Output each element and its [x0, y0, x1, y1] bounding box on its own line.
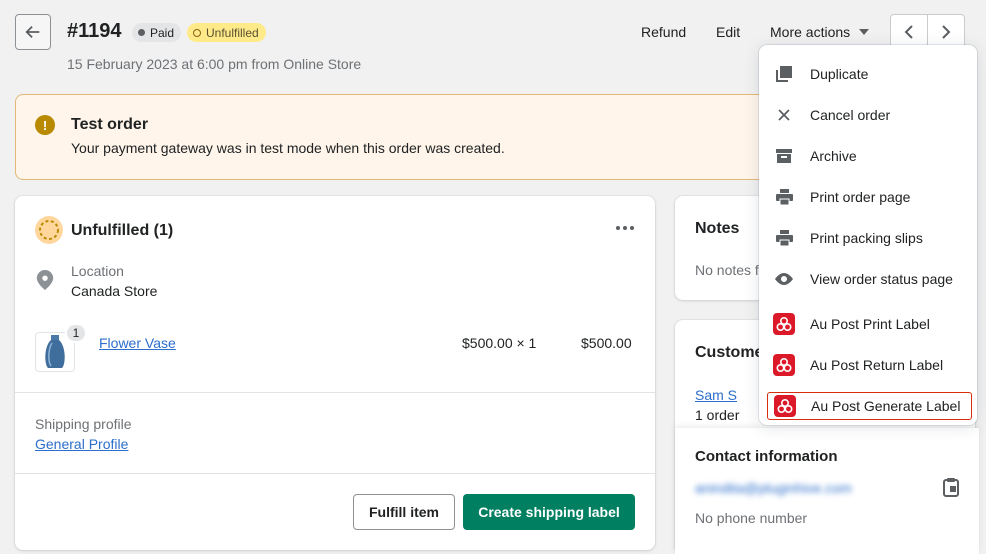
shipping-profile-label: Shipping profile	[35, 416, 132, 432]
printer-icon	[767, 189, 801, 205]
back-button[interactable]	[15, 14, 51, 50]
unfulfilled-icon	[35, 216, 63, 244]
dot-icon	[138, 29, 145, 36]
menu-item-aupost-generate-label[interactable]: Au Post Generate Label	[767, 392, 972, 420]
notes-text: No notes f	[695, 262, 759, 278]
fulfill-item-button[interactable]: Fulfill item	[353, 494, 455, 530]
more-actions-label: More actions	[770, 24, 851, 40]
customer-orders: 1 order	[695, 407, 740, 423]
menu-item-view-order-status[interactable]: View order status page	[767, 265, 972, 293]
clipboard-icon[interactable]	[942, 477, 960, 500]
warning-icon: !	[35, 115, 55, 135]
vase-image	[45, 335, 65, 368]
menu-item-label: Cancel order	[810, 107, 891, 123]
menu-item-label: Au Post Return Label	[810, 357, 944, 373]
menu-item-label: Au Post Generate Label	[811, 398, 961, 414]
create-shipping-label-button[interactable]: Create shipping label	[463, 494, 635, 530]
more-options-button[interactable]	[612, 218, 638, 238]
menu-item-label: Duplicate	[810, 66, 869, 82]
banner-text: Your payment gateway was in test mode wh…	[71, 140, 505, 156]
refund-button[interactable]: Refund	[641, 24, 686, 40]
menu-item-label: Au Post Print Label	[810, 316, 930, 332]
product-unit-price: $500.00 × 1	[462, 335, 537, 351]
menu-item-label: View order status page	[810, 271, 953, 287]
aupost-icon-wrapper	[768, 395, 802, 417]
close-icon	[767, 109, 801, 121]
menu-item-aupost-return-label[interactable]: Au Post Return Label	[767, 351, 972, 379]
aupost-icon	[773, 313, 795, 335]
ring-icon	[193, 28, 201, 37]
eye-icon	[767, 273, 801, 285]
aupost-icon-wrapper	[767, 313, 801, 335]
customer-name-link[interactable]: Sam S	[695, 387, 737, 403]
menu-item-aupost-print-label[interactable]: Au Post Print Label	[767, 310, 972, 338]
horizontal-dots-icon	[616, 226, 634, 230]
duplicate-icon	[767, 66, 801, 82]
menu-item-label: Print packing slips	[810, 230, 923, 246]
fulfillment-title: Unfulfilled (1)	[71, 222, 174, 239]
product-link[interactable]: Flower Vase	[99, 335, 176, 351]
menu-item-label: Print order page	[810, 189, 911, 205]
location-pin-icon	[36, 270, 54, 293]
aupost-icon	[773, 354, 795, 376]
edit-button[interactable]: Edit	[716, 24, 740, 40]
previous-order-button[interactable]	[891, 15, 928, 49]
divider	[15, 392, 655, 393]
archive-icon	[767, 148, 801, 164]
unfulfilled-badge: Unfulfilled	[187, 23, 266, 42]
test-order-banner	[15, 94, 785, 180]
menu-item-label: Archive	[810, 148, 857, 164]
shipping-profile-link[interactable]: General Profile	[35, 436, 128, 452]
contact-email[interactable]: anindita@pluginhive.com	[695, 480, 852, 496]
banner-title: Test order	[71, 116, 149, 133]
caret-down-icon	[859, 29, 870, 35]
product-total: $500.00	[581, 335, 632, 351]
menu-item-cancel-order[interactable]: Cancel order	[767, 101, 972, 129]
order-date: 15 February 2023 at 6:00 pm from Online …	[67, 56, 362, 72]
unfulfilled-badge-label: Unfulfilled	[206, 25, 259, 40]
paid-badge: Paid	[132, 23, 182, 42]
chevron-right-icon	[942, 25, 951, 39]
customer-title: Custome	[695, 344, 764, 361]
divider	[15, 473, 655, 474]
contact-phone: No phone number	[695, 510, 808, 526]
quantity-badge: 1	[65, 323, 87, 343]
menu-item-print-order-page[interactable]: Print order page	[767, 183, 972, 211]
printer-icon	[767, 230, 801, 246]
next-order-button[interactable]	[928, 15, 964, 49]
menu-item-duplicate[interactable]: Duplicate	[767, 60, 972, 88]
arrow-left-icon	[25, 25, 40, 39]
location-value: Canada Store	[71, 283, 158, 299]
order-number: #1194	[67, 20, 122, 42]
notes-title: Notes	[695, 220, 740, 237]
location-label: Location	[71, 263, 124, 279]
chevron-left-icon	[904, 25, 913, 39]
aupost-icon	[774, 395, 796, 417]
menu-item-archive[interactable]: Archive	[767, 142, 972, 170]
aupost-icon-wrapper	[767, 354, 801, 376]
contact-title: Contact information	[695, 448, 838, 465]
paid-badge-label: Paid	[150, 25, 175, 40]
more-actions-button[interactable]: More actions	[770, 24, 870, 40]
menu-item-print-packing-slips[interactable]: Print packing slips	[767, 224, 972, 252]
